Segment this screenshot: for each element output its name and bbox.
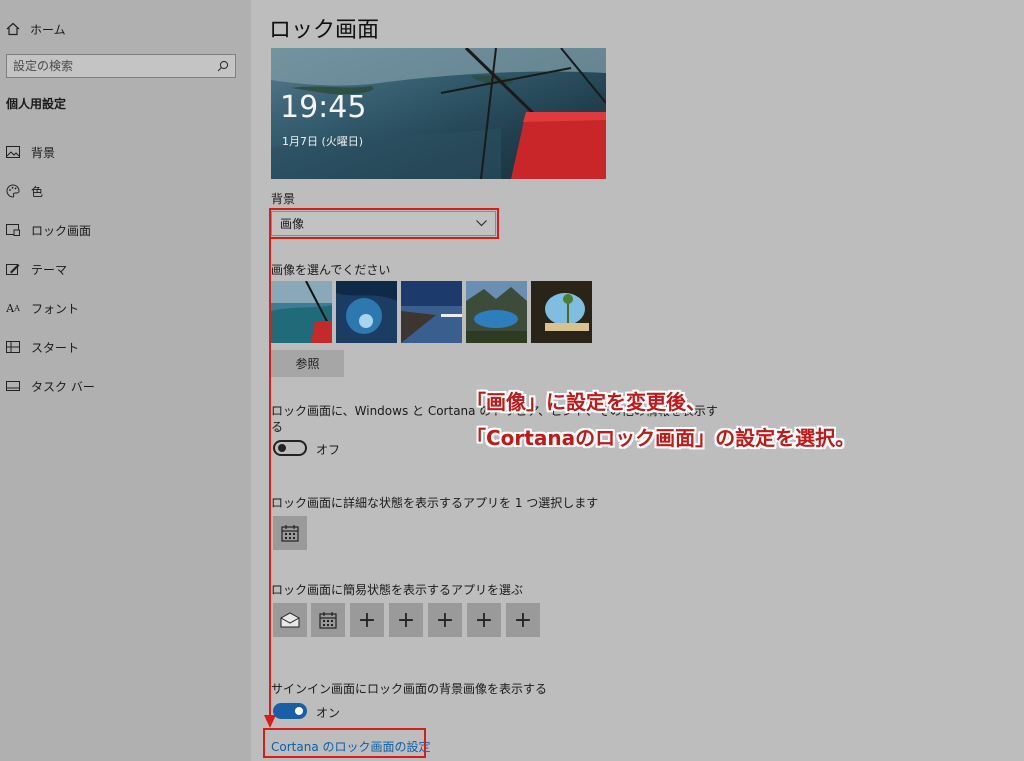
plus-icon: +	[396, 607, 416, 633]
sidebar-item-label: 色	[31, 184, 44, 199]
sidebar-item-theme[interactable]: テーマ	[0, 257, 250, 281]
lock-screen-preview: 19:45 1月7日 (火曜日)	[271, 48, 606, 179]
quick-status-add-slot-3[interactable]: +	[428, 603, 462, 637]
settings-search-box[interactable]	[6, 54, 236, 78]
detailed-status-label: ロック画面に詳細な状態を表示するアプリを 1 つ選択します	[271, 496, 599, 510]
sidebar-item-lock-screen[interactable]: ロック画面	[0, 218, 250, 242]
sidebar-item-color[interactable]: 色	[0, 179, 250, 203]
quick-status-app-calendar[interactable]	[311, 603, 345, 637]
signin-background-label: サインイン画面にロック画面の背景画像を表示する	[271, 682, 548, 696]
sidebar-item-label: タスク バー	[31, 379, 95, 394]
page-title: ロック画面	[269, 18, 380, 43]
picture-thumbnail-1[interactable]	[271, 281, 332, 343]
browse-button[interactable]: 参照	[271, 350, 344, 377]
background-label: 背景	[271, 192, 296, 206]
picture-icon	[6, 145, 20, 159]
calendar-icon	[319, 612, 337, 629]
fun-facts-state: オフ	[316, 443, 341, 457]
lock-screen-icon	[6, 223, 20, 237]
preview-date: 1月7日 (火曜日)	[282, 135, 364, 148]
annotation-arrow	[264, 238, 276, 728]
annotation-text-line2: 「Cortanaのロック画面」の設定を選択。	[466, 426, 856, 450]
preview-clock: 19:45	[280, 90, 367, 125]
sidebar-item-start[interactable]: スタート	[0, 335, 250, 359]
plus-icon: +	[357, 607, 377, 633]
quick-status-add-slot-4[interactable]: +	[467, 603, 501, 637]
section-title: 個人用設定	[6, 97, 67, 111]
picture-thumbnail-5[interactable]	[531, 281, 592, 343]
quick-status-add-slot-5[interactable]: +	[506, 603, 540, 637]
search-icon[interactable]	[217, 60, 229, 72]
plus-icon: +	[513, 607, 533, 633]
calendar-icon	[281, 525, 299, 542]
picture-thumbnail-4[interactable]	[466, 281, 527, 343]
sidebar-item-background[interactable]: 背景	[0, 140, 250, 164]
quick-status-add-slot-2[interactable]: +	[389, 603, 423, 637]
palette-icon	[6, 184, 20, 198]
plus-icon: +	[474, 607, 494, 633]
signin-background-state: オン	[316, 706, 341, 720]
theme-icon	[6, 262, 20, 276]
plus-icon: +	[435, 607, 455, 633]
start-icon	[6, 340, 20, 354]
picture-thumbnail-3[interactable]	[401, 281, 462, 343]
toggle-knob	[295, 707, 303, 715]
quick-status-add-slot-1[interactable]: +	[350, 603, 384, 637]
choose-picture-label: 画像を選んでください	[271, 263, 391, 277]
sidebar-item-label: スタート	[31, 340, 80, 355]
picture-thumbnail-2[interactable]	[336, 281, 397, 343]
search-input[interactable]	[13, 59, 217, 73]
sidebar-item-label: フォント	[31, 301, 80, 316]
sidebar-item-taskbar[interactable]: タスク バー	[0, 374, 250, 398]
sidebar-item-label: テーマ	[31, 262, 68, 277]
main-content: ロック画面 19:45 1月7日 (火曜日) 背景 画像 画像を選んでください	[251, 0, 1024, 761]
home-link[interactable]: ホーム	[6, 19, 66, 39]
home-icon	[6, 22, 20, 36]
sidebar-item-label: ロック画面	[31, 223, 92, 238]
annotation-text-line1: 「画像」に設定を変更後、	[466, 390, 706, 414]
home-label: ホーム	[30, 22, 66, 37]
sidebar-item-font[interactable]: AA フォント	[0, 296, 250, 320]
font-icon: AA	[6, 301, 20, 315]
dropdown-highlight-box	[269, 208, 499, 239]
link-highlight-box	[263, 728, 426, 758]
taskbar-icon	[6, 379, 20, 393]
sidebar-item-label: 背景	[31, 145, 56, 160]
sidebar: ホーム 個人用設定 背景 色 ロック画面 テーマ AA フォント	[0, 0, 251, 761]
mail-icon	[280, 612, 300, 628]
quick-status-label: ロック画面に簡易状態を表示するアプリを選ぶ	[271, 583, 524, 597]
